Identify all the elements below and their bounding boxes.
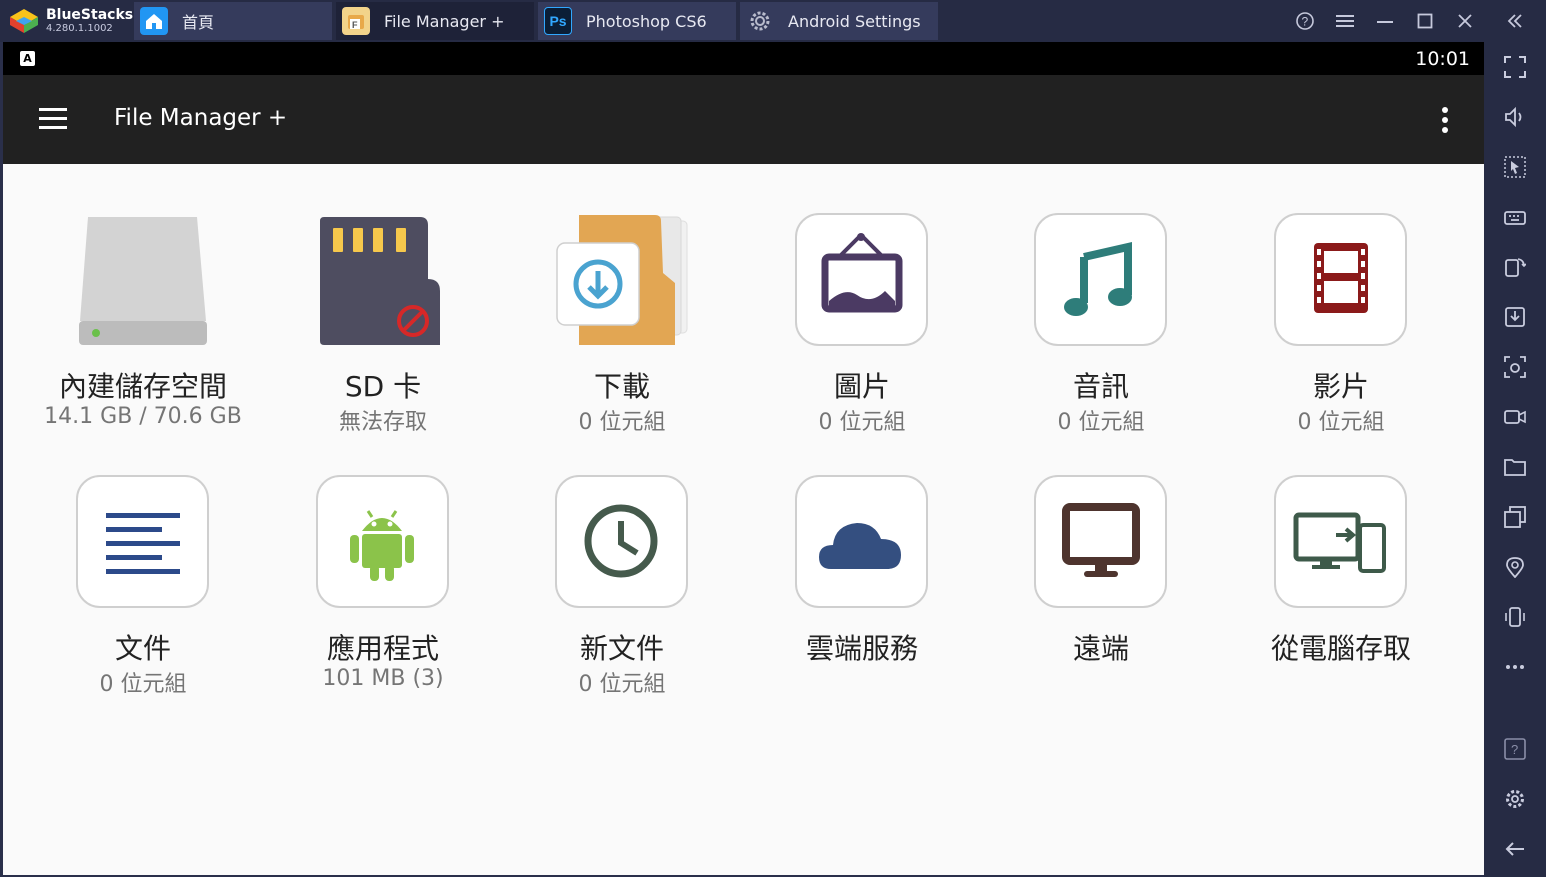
record-video-icon[interactable] bbox=[1502, 404, 1528, 430]
tile-sub: 101 MB (3) bbox=[322, 666, 444, 691]
android-screen: A 10:01 File Manager + 內建儲存空間 14.1 GB / … bbox=[3, 42, 1484, 875]
maximize-icon[interactable] bbox=[1410, 6, 1440, 36]
tile-sub: 0 位元組 bbox=[578, 410, 666, 435]
location-pin-icon[interactable] bbox=[1502, 554, 1528, 580]
tile-sub: 0 位元組 bbox=[99, 672, 187, 697]
tile-label: 下載 bbox=[593, 370, 650, 403]
status-time: 10:01 bbox=[1415, 48, 1470, 70]
sd-card-icon bbox=[316, 213, 449, 346]
tile-sub: 0 位元組 bbox=[1057, 410, 1145, 435]
tile-label: 雲端服務 bbox=[805, 632, 918, 665]
tile-sub: 0 位元組 bbox=[818, 410, 906, 435]
tab-file-manager-label: File Manager + bbox=[384, 11, 505, 31]
bluestacks-sidebar: ? bbox=[1484, 42, 1546, 877]
minimize-icon[interactable] bbox=[1370, 6, 1400, 36]
volume-icon[interactable] bbox=[1502, 104, 1528, 130]
monitor-icon bbox=[1034, 475, 1167, 608]
tile-sub: 0 位元組 bbox=[1297, 410, 1385, 435]
title-bar: BlueStacks 4.280.1.1002 首頁 F File Manage… bbox=[0, 0, 1546, 42]
multi-instance-icon[interactable] bbox=[1502, 504, 1528, 530]
document-lines-icon bbox=[76, 475, 209, 608]
tab-photoshop[interactable]: Ps Photoshop CS6 bbox=[538, 2, 736, 40]
tile-downloads[interactable]: 下載 0 位元組 bbox=[497, 213, 737, 453]
tab-android-settings[interactable]: Android Settings bbox=[740, 2, 938, 40]
brand-version: 4.280.1.1002 bbox=[46, 23, 113, 34]
file-manager-app-icon: F bbox=[342, 7, 370, 35]
tile-pc-access[interactable]: 從電腦存取 bbox=[1216, 475, 1456, 715]
collapse-sidebar-icon[interactable] bbox=[1500, 6, 1530, 36]
shake-icon[interactable] bbox=[1502, 604, 1528, 630]
rotate-screen-icon[interactable] bbox=[1502, 254, 1528, 280]
tile-documents[interactable]: 文件 0 位元組 bbox=[18, 475, 258, 715]
status-bar: A 10:01 bbox=[3, 42, 1484, 75]
tile-label: SD 卡 bbox=[344, 370, 422, 403]
tile-label: 應用程式 bbox=[326, 632, 439, 665]
music-note-icon bbox=[1034, 213, 1167, 346]
overflow-menu-icon[interactable] bbox=[1442, 107, 1450, 135]
tile-label: 文件 bbox=[114, 632, 171, 665]
tile-internal-storage[interactable]: 內建儲存空間 14.1 GB / 70.6 GB bbox=[18, 213, 258, 453]
help-sidebar-icon[interactable]: ? bbox=[1502, 736, 1528, 762]
tile-label: 從電腦存取 bbox=[1270, 632, 1411, 665]
svg-text:?: ? bbox=[1302, 15, 1309, 29]
tile-label: 圖片 bbox=[833, 370, 890, 403]
fullscreen-icon[interactable] bbox=[1502, 54, 1528, 80]
folder-icon[interactable] bbox=[1502, 454, 1528, 480]
tab-photoshop-label: Photoshop CS6 bbox=[586, 11, 707, 31]
tile-pictures[interactable]: 圖片 0 位元組 bbox=[737, 213, 977, 453]
tab-android-settings-label: Android Settings bbox=[788, 11, 921, 31]
pointer-select-icon[interactable] bbox=[1502, 154, 1528, 180]
picture-frame-icon bbox=[795, 213, 928, 346]
gear-icon bbox=[746, 7, 774, 35]
clock-icon bbox=[555, 475, 688, 608]
svg-text:F: F bbox=[352, 20, 358, 30]
film-strip-icon bbox=[1274, 213, 1407, 346]
tab-home[interactable]: 首頁 bbox=[134, 2, 332, 40]
help-icon[interactable]: ? bbox=[1290, 6, 1320, 36]
tab-file-manager[interactable]: F File Manager + bbox=[336, 2, 534, 40]
photoshop-app-icon: Ps bbox=[544, 7, 572, 35]
hard-drive-icon bbox=[76, 213, 209, 346]
tab-home-label: 首頁 bbox=[182, 13, 215, 32]
status-indicator-icon: A bbox=[20, 51, 35, 66]
android-icon bbox=[316, 475, 449, 608]
hamburger-menu-icon[interactable] bbox=[39, 108, 67, 130]
brand-name: BlueStacks bbox=[46, 7, 134, 23]
keyboard-icon[interactable] bbox=[1502, 204, 1528, 230]
tile-remote[interactable]: 遠端 bbox=[976, 475, 1216, 715]
tile-recent[interactable]: 新文件 0 位元組 bbox=[497, 475, 737, 715]
install-apk-icon[interactable] bbox=[1502, 304, 1528, 330]
tile-video[interactable]: 影片 0 位元組 bbox=[1216, 213, 1456, 453]
tile-applications[interactable]: 應用程式 101 MB (3) bbox=[258, 475, 498, 715]
close-icon[interactable] bbox=[1450, 6, 1480, 36]
back-arrow-icon[interactable] bbox=[1502, 836, 1528, 862]
tile-label: 影片 bbox=[1312, 370, 1369, 403]
app-bar: File Manager + bbox=[3, 75, 1484, 164]
svg-text:?: ? bbox=[1511, 742, 1518, 757]
menu-icon[interactable] bbox=[1330, 6, 1360, 36]
cloud-icon bbox=[795, 475, 928, 608]
bluestacks-logo-icon bbox=[8, 7, 40, 35]
tile-cloud[interactable]: 雲端服務 bbox=[737, 475, 977, 715]
tile-label: 新文件 bbox=[579, 632, 664, 665]
more-options-icon[interactable] bbox=[1502, 654, 1528, 680]
tile-label: 音訊 bbox=[1072, 370, 1129, 403]
tile-label: 內建儲存空間 bbox=[58, 370, 227, 403]
tile-label: 遠端 bbox=[1072, 632, 1129, 665]
download-folder-icon bbox=[555, 213, 688, 346]
tile-sub: 無法存取 bbox=[338, 410, 427, 435]
tile-sub: 0 位元組 bbox=[578, 672, 666, 697]
home-icon bbox=[140, 7, 168, 35]
screenshot-icon[interactable] bbox=[1502, 354, 1528, 380]
tile-sd-card[interactable]: SD 卡 無法存取 bbox=[258, 213, 498, 453]
pc-to-phone-icon bbox=[1274, 475, 1407, 608]
tile-audio[interactable]: 音訊 0 位元組 bbox=[976, 213, 1216, 453]
app-title: File Manager + bbox=[114, 105, 288, 131]
bluestacks-brand: BlueStacks 4.280.1.1002 bbox=[0, 0, 133, 42]
tile-sub: 14.1 GB / 70.6 GB bbox=[44, 404, 242, 429]
settings-icon[interactable] bbox=[1502, 786, 1528, 812]
